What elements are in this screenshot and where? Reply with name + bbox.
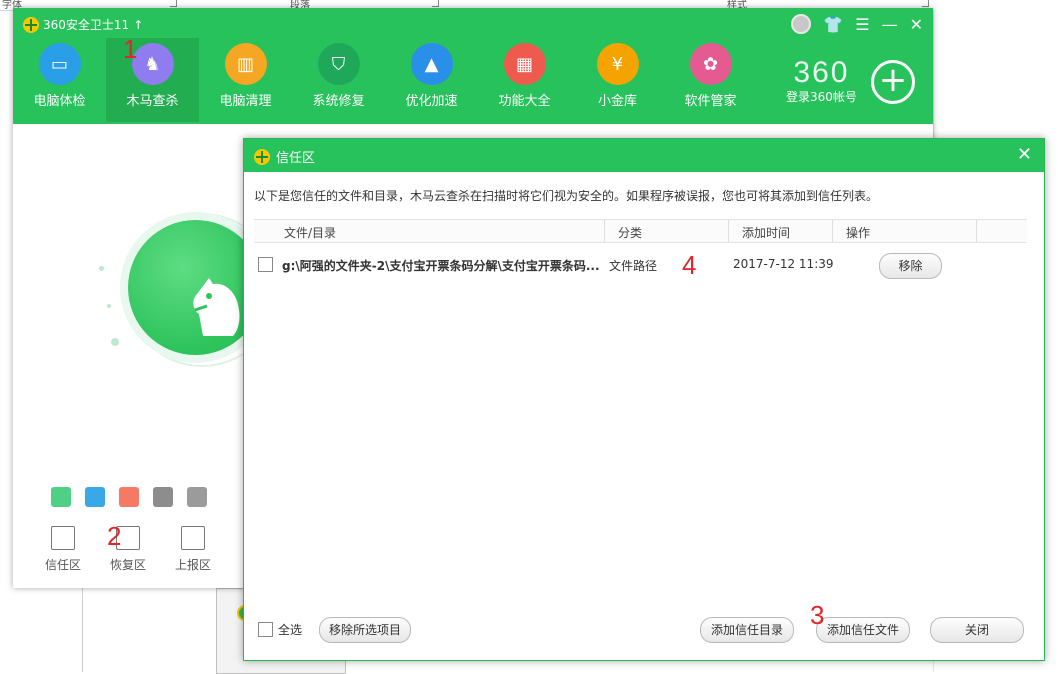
ruler-mark — [922, 0, 929, 7]
annotation-number: 2 — [107, 521, 122, 551]
umbrella-icon[interactable] — [187, 487, 207, 507]
column-divider[interactable] — [728, 220, 729, 242]
horse-icon — [193, 278, 240, 336]
row-category: 文件路径 — [609, 259, 658, 273]
report-zone-icon — [181, 526, 205, 550]
table-row[interactable]: g:\阿强的文件夹-2\支付宝开票条码分解\支付宝开票条码... 文件路径 20… — [254, 243, 1027, 285]
horse-icon: ♞ — [131, 43, 174, 85]
dialog-title-bar: 信任区 — [254, 147, 315, 166]
nav-item-features[interactable]: ▦ 功能大全 — [478, 38, 571, 122]
skin-icon[interactable]: 👕 — [823, 15, 843, 34]
brand-block[interactable]: 360 登录360帐号 — [786, 56, 857, 105]
app-title-bar: 360安全卫士11 ↑ — [23, 16, 143, 33]
menu-icon[interactable]: ☰ — [855, 15, 869, 34]
cloud-icon[interactable] — [51, 487, 71, 507]
column-header: 操作 — [846, 226, 871, 240]
row-checkbox[interactable] — [258, 257, 273, 272]
nav-label: 优化加速 — [405, 94, 458, 109]
apps-icon: ✿ — [689, 43, 732, 85]
decor-dot — [111, 338, 119, 346]
annotation-number: 1 — [123, 34, 138, 64]
close-button[interactable]: 关闭 — [930, 617, 1024, 643]
zone-label: 上报区 — [174, 558, 211, 572]
column-header: 分类 — [618, 226, 643, 240]
plus-icon[interactable]: + — [871, 60, 915, 104]
column-divider[interactable] — [604, 220, 605, 242]
nav-label: 系统修复 — [312, 94, 365, 109]
trust-zone-dialog: 信任区 ✕ 以下是您信任的文件和目录，木马云查杀在扫描时将它们视为安全的。如果程… — [243, 138, 1045, 661]
trust-zone-icon — [51, 526, 75, 550]
row-time: 2017-7-12 11:39 — [733, 257, 834, 271]
nav-item-speedup[interactable]: ▲ 优化加速 — [385, 38, 478, 122]
zone-label: 信任区 — [44, 558, 81, 572]
list-icon[interactable] — [119, 487, 139, 507]
nav-item-cleanup[interactable]: ▥ 电脑清理 — [199, 38, 292, 122]
nav-item-trojan-scan[interactable]: ♞ 木马查杀 — [106, 38, 199, 122]
grid-icon: ▦ — [503, 43, 546, 85]
add-trust-file-button[interactable]: 添加信任文件 — [816, 617, 910, 643]
select-all-checkbox[interactable] — [258, 622, 273, 637]
login-label: 登录360帐号 — [786, 90, 857, 104]
annotation-number: 3 — [810, 600, 825, 630]
app-title: 360安全卫士11 — [43, 18, 130, 32]
nav-label: 电脑清理 — [219, 94, 272, 109]
close-icon[interactable]: ✕ — [910, 15, 923, 34]
nav-label: 小金库 — [597, 94, 637, 109]
image-icon[interactable] — [153, 487, 173, 507]
zones: 信任区 恢复区 上报区 — [43, 524, 213, 573]
row-path: g:\阿强的文件夹-2\支付宝开票条码分解\支付宝开票条码... — [282, 259, 600, 273]
decor-dot — [99, 266, 104, 271]
annotation-number: 4 — [682, 250, 697, 280]
select-all-label: 全选 — [278, 623, 303, 637]
broom-icon: ▥ — [224, 43, 267, 85]
app-logo-icon — [23, 16, 39, 33]
nav-item-checkup[interactable]: ▭ 电脑体检 — [13, 38, 106, 122]
zone-report[interactable]: 上报区 — [173, 524, 213, 573]
chart-icon[interactable] — [85, 487, 105, 507]
nav-item-repair[interactable]: ⛉ 系统修复 — [292, 38, 385, 122]
nav-label: 电脑体检 — [33, 94, 86, 109]
app-logo-icon — [254, 148, 270, 165]
nav-item-vault[interactable]: ¥ 小金库 — [571, 38, 664, 122]
zone-label: 恢复区 — [109, 558, 146, 572]
rocket-icon: ▲ — [410, 43, 453, 85]
column-divider[interactable] — [832, 220, 833, 242]
nav-label: 功能大全 — [498, 94, 551, 109]
window-controls: 👕 ☰ — ✕ — [791, 14, 923, 34]
dialog-description: 以下是您信任的文件和目录，木马云查杀在扫描时将它们视为安全的。如果程序被误报，您… — [254, 189, 879, 203]
coin-icon: ¥ — [596, 43, 639, 85]
remove-selected-button[interactable]: 移除所选项目 — [319, 617, 411, 643]
dialog-close-icon[interactable]: ✕ — [1017, 144, 1032, 165]
zone-trust[interactable]: 信任区 — [43, 524, 83, 573]
minimize-icon[interactable]: — — [882, 15, 898, 34]
column-header: 文件/目录 — [284, 226, 337, 240]
column-divider[interactable] — [976, 220, 977, 242]
upgrade-arrow-icon[interactable]: ↑ — [133, 18, 143, 32]
monitor-icon: ▭ — [38, 43, 81, 85]
remove-button[interactable]: 移除 — [879, 253, 942, 279]
dialog-header: 信任区 ✕ — [244, 139, 1044, 172]
tool-icons — [51, 487, 207, 507]
brand-logo: 360 — [793, 56, 850, 89]
nav-item-software[interactable]: ✿ 软件管家 — [664, 38, 757, 122]
trust-table: 文件/目录 分类 添加时间 操作 g:\阿强的文件夹-2\支付宝开票条码分解\支… — [254, 219, 1027, 285]
select-all[interactable]: 全选 — [258, 621, 302, 638]
table-header: 文件/目录 分类 添加时间 操作 — [254, 219, 1027, 243]
add-trust-directory-button[interactable]: 添加信任目录 — [700, 617, 794, 643]
nav-label: 木马查杀 — [126, 94, 179, 109]
ruler-mark — [170, 0, 177, 7]
app-header: 360安全卫士11 ↑ 👕 ☰ — ✕ ▭ 电脑体检 ♞ 木马查杀 ▥ 电脑清理 — [13, 8, 933, 124]
dialog-title: 信任区 — [276, 151, 316, 166]
medal-icon[interactable] — [791, 14, 812, 34]
shield-icon: ⛉ — [317, 43, 360, 85]
decor-dot — [107, 304, 111, 308]
ruler-mark — [432, 0, 439, 7]
nav-label: 软件管家 — [684, 94, 737, 109]
column-header: 添加时间 — [742, 226, 791, 240]
